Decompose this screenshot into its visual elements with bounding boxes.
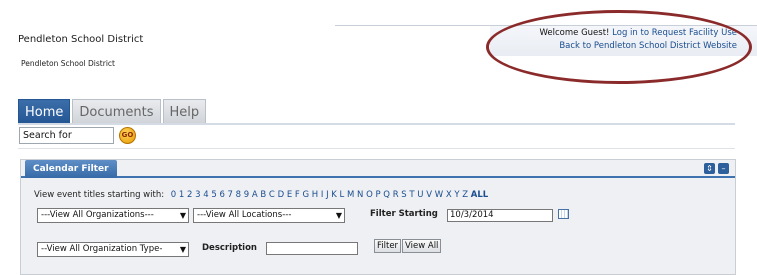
view-all-button[interactable]: View All: [402, 239, 442, 253]
letter-links-text[interactable]: 0 1 2 3 4 5 6 7 8 9 A B C D E F G H I J …: [171, 190, 468, 200]
chevron-down-icon: ▼: [179, 211, 186, 220]
calendar-icon[interactable]: [558, 209, 569, 219]
minimize-icon[interactable]: –: [718, 163, 729, 174]
site-title: Pendleton School District: [18, 34, 144, 45]
organizations-select-value: ---View All Organizations---: [41, 210, 154, 220]
letter-filter-row: View event titles starting with: 0 1 2 3…: [34, 190, 488, 200]
tab-bar-line: [18, 123, 735, 125]
main-tabs: Home Documents Help: [18, 99, 207, 124]
letter-links[interactable]: 0 1 2 3 4 5 6 7 8 9 A B C D E F G H I J …: [171, 190, 488, 200]
filter-starting-input[interactable]: 10/3/2014: [447, 209, 553, 222]
tab-help[interactable]: Help: [162, 99, 207, 124]
view-titles-label: View event titles starting with:: [34, 190, 165, 200]
annotation-oval: [486, 10, 752, 84]
search-divider: [18, 148, 735, 149]
tab-documents[interactable]: Documents: [72, 99, 161, 124]
filter-starting-label: Filter Starting: [370, 209, 438, 219]
locations-select-value: ---View All Locations---: [197, 210, 292, 220]
locations-select[interactable]: ---View All Locations--- ▼: [193, 208, 345, 223]
organization-type-select[interactable]: --View All Organization Type- ▼: [37, 242, 189, 257]
chevron-down-icon: ▼: [179, 245, 186, 254]
filter-button[interactable]: Filter: [374, 239, 402, 253]
go-button[interactable]: GO: [119, 127, 136, 144]
search-input[interactable]: Search for: [19, 127, 114, 144]
organizations-select[interactable]: ---View All Organizations--- ▼: [37, 208, 189, 223]
description-input[interactable]: [266, 242, 358, 255]
expand-collapse-icon[interactable]: ⇕: [704, 163, 715, 174]
all-letters-link[interactable]: ALL: [471, 190, 488, 200]
tab-home[interactable]: Home: [18, 99, 71, 124]
site-logo-text: Pendleton School District: [21, 59, 115, 68]
calendar-filter-title: Calendar Filter: [25, 160, 117, 178]
chevron-down-icon: ▼: [335, 211, 342, 220]
description-label: Description: [202, 243, 257, 253]
calendar-filter-panel: Calendar Filter ⇕ – View event titles st…: [20, 159, 736, 275]
organization-type-select-value: --View All Organization Type-: [41, 244, 163, 254]
panel-header: Calendar Filter ⇕ –: [21, 160, 735, 178]
